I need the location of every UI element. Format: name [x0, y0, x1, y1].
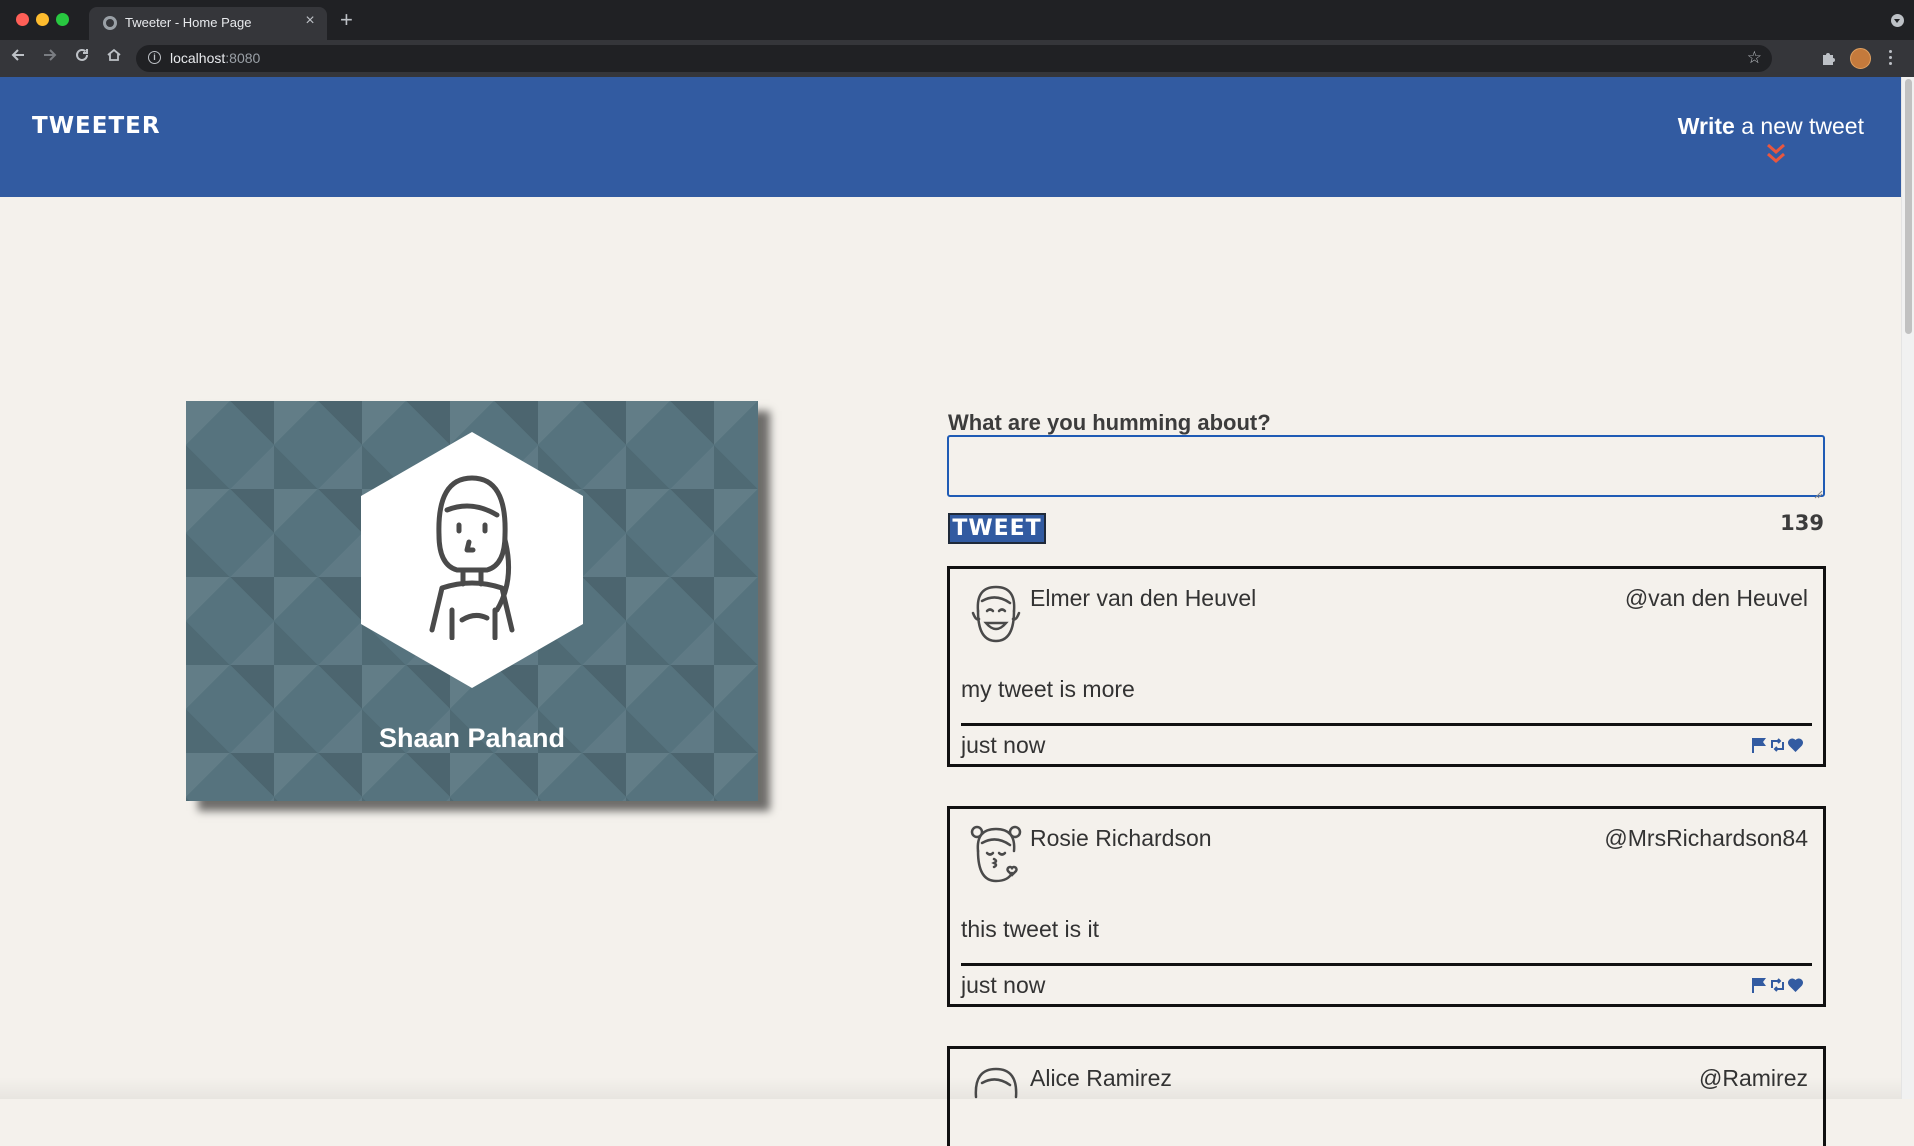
browser-toolbar: i localhost:8080 ☆ — [0, 40, 1914, 77]
heart-icon[interactable] — [1787, 737, 1804, 753]
avatar-hexagon — [361, 432, 583, 688]
compose-link-bold: Write — [1677, 113, 1735, 139]
back-arrow-icon[interactable] — [7, 46, 29, 68]
smiling-boy-avatar-icon — [968, 583, 1024, 645]
browser-tab-strip: Tweeter - Home Page × + — [0, 0, 1914, 40]
tweet-actions — [1751, 977, 1804, 993]
zoom-window-button[interactable] — [56, 13, 69, 26]
close-window-button[interactable] — [16, 13, 29, 26]
globe-icon — [103, 16, 117, 30]
forward-arrow-icon[interactable] — [39, 46, 61, 68]
female-avatar-icon — [417, 470, 527, 641]
retweet-icon[interactable] — [1769, 737, 1786, 753]
profile-card: Shaan Pahand — [186, 401, 758, 801]
tweet-author-name: Elmer van den Heuvel — [1030, 585, 1257, 611]
tweet-divider — [961, 963, 1812, 966]
url-port: :8080 — [225, 50, 261, 66]
tweet-actions — [1751, 737, 1804, 753]
flag-icon[interactable] — [1751, 977, 1768, 993]
character-counter: 139 — [1780, 511, 1824, 535]
page-bottom-shade — [0, 1077, 1901, 1099]
home-icon[interactable] — [103, 46, 125, 68]
reload-icon[interactable] — [71, 46, 93, 68]
address-bar[interactable]: i localhost:8080 ☆ — [136, 45, 1772, 72]
double-chevron-down-icon[interactable] — [1766, 143, 1786, 165]
web-page: TWEETER Write a new tweet Shaan Pahand W… — [0, 77, 1914, 1146]
extensions-puzzle-icon[interactable] — [1820, 50, 1836, 71]
tweet-card: Elmer van den Heuvel @van den Heuvel my … — [947, 566, 1826, 767]
compose-link-text: a new tweet — [1734, 113, 1864, 139]
tab-close-icon[interactable]: × — [301, 12, 319, 30]
tweet-button[interactable]: TWEET — [948, 513, 1046, 544]
url-text: localhost:8080 — [170, 50, 260, 66]
tweet-timestamp: just now — [961, 732, 1046, 758]
tweet-divider — [961, 723, 1812, 726]
tweet-timestamp: just now — [961, 972, 1046, 998]
kissing-girl-avatar-icon — [968, 823, 1024, 885]
browser-menu-icon[interactable] — [1889, 50, 1893, 68]
scrollbar-thumb[interactable] — [1905, 79, 1912, 334]
heart-icon[interactable] — [1787, 977, 1804, 993]
profile-name: Shaan Pahand — [378, 723, 566, 753]
tweet-author-handle: @van den Heuvel — [1624, 585, 1808, 611]
site-nav: TWEETER Write a new tweet — [0, 77, 1901, 197]
tweet-body: this tweet is it — [961, 916, 1100, 942]
flag-icon[interactable] — [1751, 737, 1768, 753]
compose-label: What are you humming about? — [948, 410, 1271, 435]
resize-grip-icon[interactable] — [1814, 486, 1823, 499]
browser-tab[interactable]: Tweeter - Home Page × — [89, 7, 327, 40]
site-info-icon[interactable]: i — [148, 51, 161, 64]
minimize-window-button[interactable] — [36, 13, 49, 26]
tab-search-icon[interactable] — [1891, 14, 1904, 27]
tweet-textarea[interactable] — [947, 435, 1825, 497]
tweet-author-name: Rosie Richardson — [1030, 825, 1212, 851]
tweet-card: Rosie Richardson @MrsRichardson84 this t… — [947, 806, 1826, 1007]
tweet-body: my tweet is more — [961, 676, 1135, 702]
url-host: localhost — [170, 50, 226, 66]
tweet-author-handle: @MrsRichardson84 — [1604, 825, 1808, 851]
profile-avatar[interactable] — [1850, 48, 1871, 69]
brand-logo[interactable]: TWEETER — [32, 113, 161, 139]
new-tab-button[interactable]: + — [340, 9, 353, 31]
page-scrollbar[interactable] — [1901, 77, 1914, 1099]
write-new-tweet-link[interactable]: Write a new tweet — [1678, 113, 1864, 140]
bookmark-star-icon[interactable]: ☆ — [1747, 48, 1762, 68]
tab-title: Tweeter - Home Page — [125, 15, 252, 30]
retweet-icon[interactable] — [1769, 977, 1786, 993]
